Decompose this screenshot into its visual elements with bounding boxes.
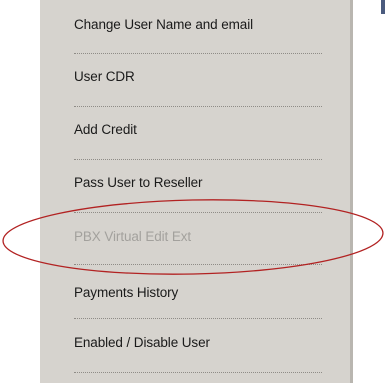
menu-separator — [74, 159, 322, 160]
menu-item-pass-user-to-reseller[interactable]: Pass User to Reseller — [74, 171, 203, 195]
menu-item-pbx-virtual-edit-ext: PBX Virtual Edit Ext — [74, 229, 192, 244]
window-edge — [381, 0, 385, 14]
menu-shadow — [350, 0, 353, 383]
menu-separator — [74, 372, 322, 373]
menu-item-add-credit[interactable]: Add Credit — [74, 118, 137, 142]
menu-item-enable-disable-user[interactable]: Enabled / Disable User — [74, 331, 210, 355]
menu-item-change-user-name-email[interactable]: Change User Name and email — [74, 13, 253, 37]
menu-item-user-cdr[interactable]: User CDR — [74, 65, 135, 89]
menu-separator — [74, 264, 322, 265]
menu-separator — [74, 212, 322, 213]
menu-item-payments-history[interactable]: Payments History — [74, 281, 178, 305]
menu-separator — [74, 53, 322, 54]
menu-separator — [74, 318, 322, 319]
menu-separator — [74, 106, 322, 107]
